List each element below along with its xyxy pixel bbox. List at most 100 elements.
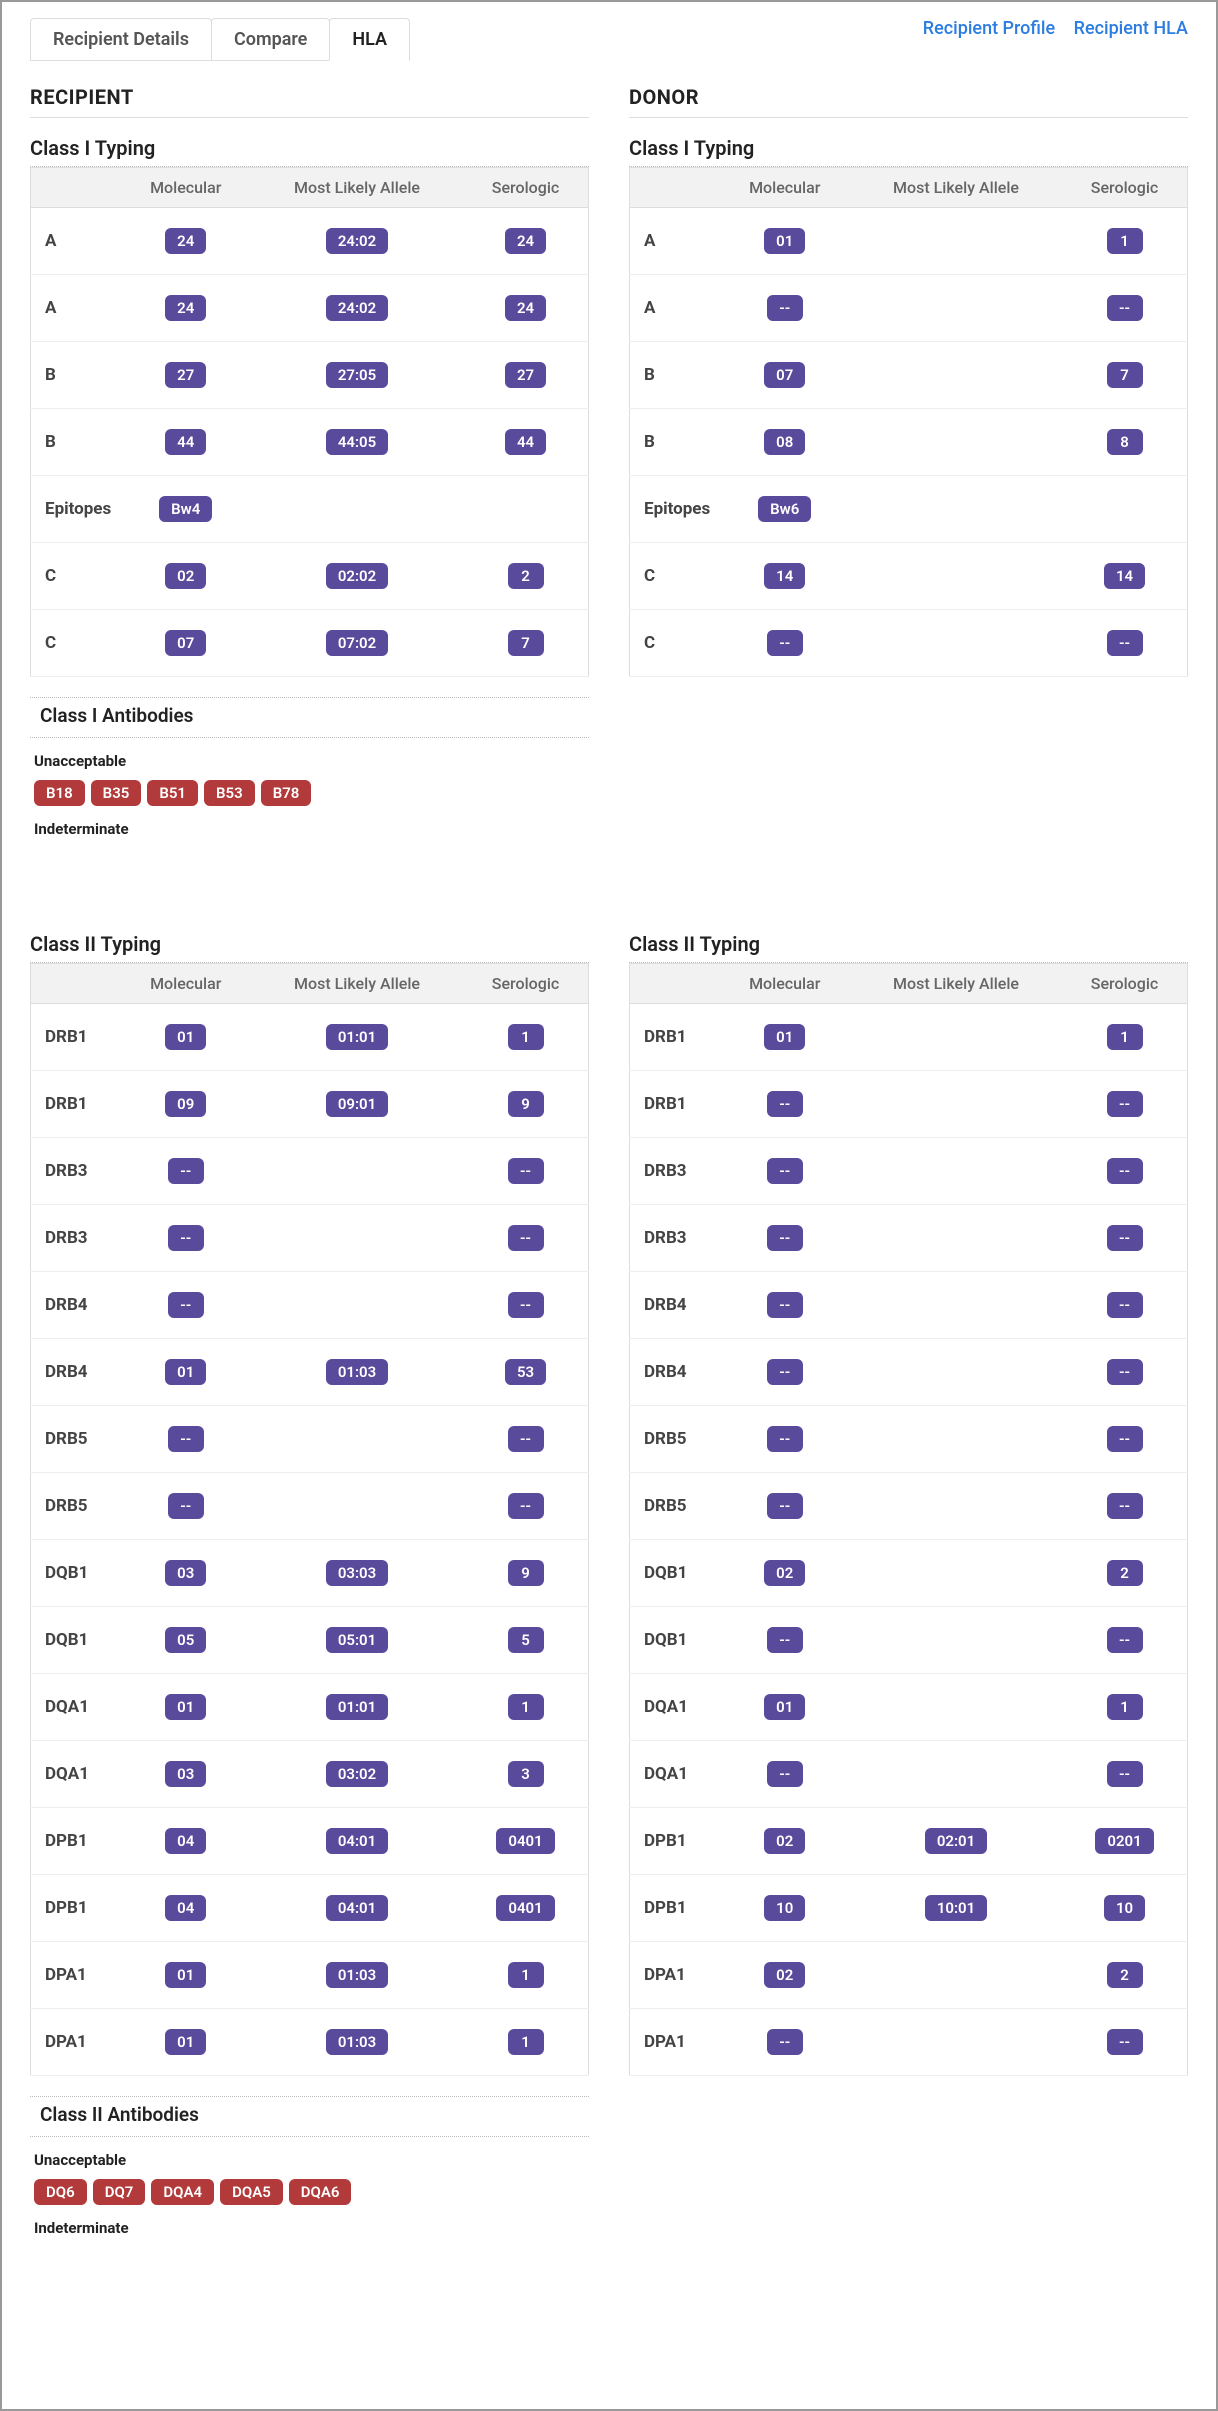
col-blank <box>31 168 121 208</box>
link-recipient-profile[interactable]: Recipient Profile <box>923 18 1055 39</box>
serologic-cell <box>1062 476 1187 543</box>
col-serologic: Serologic <box>463 168 588 208</box>
hla-value-pill: 14 <box>1104 563 1145 589</box>
hla-value-pill: 04:01 <box>326 1828 388 1854</box>
locus-cell: DRB4 <box>31 1272 121 1339</box>
mla-cell <box>850 208 1062 275</box>
mla-cell <box>850 1406 1062 1473</box>
hla-value-pill: 24 <box>505 295 546 321</box>
donor-class1-table: Molecular Most Likely Allele Serologic A… <box>629 167 1188 677</box>
mla-cell <box>850 409 1062 476</box>
hla-value-pill: -- <box>1107 2029 1143 2055</box>
serologic-cell: 7 <box>1062 342 1187 409</box>
locus-cell: DPA1 <box>31 1942 121 2009</box>
ab-unacceptable-row: B18B35B51B53B78 <box>30 780 589 806</box>
hla-value-pill: 14 <box>764 563 805 589</box>
locus-cell: DRB5 <box>630 1473 720 1540</box>
hla-value-pill: 1 <box>1107 1694 1143 1720</box>
hla-value-pill: 10 <box>1104 1895 1145 1921</box>
mla-cell <box>850 1607 1062 1674</box>
hla-value-pill: 24:02 <box>326 295 388 321</box>
molecular-cell: -- <box>121 1138 251 1205</box>
hla-value-pill: -- <box>767 1426 803 1452</box>
donor-class2-column: Class II Typing Molecular Most Likely Al… <box>629 932 1188 2277</box>
hla-value-pill: 10 <box>764 1895 805 1921</box>
hla-value-pill: 10:01 <box>925 1895 987 1921</box>
molecular-cell: 04 <box>121 1875 251 1942</box>
molecular-cell: Bw4 <box>121 476 251 543</box>
hla-value-pill: 7 <box>1107 362 1143 388</box>
mla-cell <box>251 1406 463 1473</box>
molecular-cell: 03 <box>121 1741 251 1808</box>
hla-value-pill: 07:02 <box>326 630 388 656</box>
molecular-cell: 27 <box>121 342 251 409</box>
separator <box>30 737 589 738</box>
serologic-cell: -- <box>1062 1272 1187 1339</box>
locus-cell: DRB1 <box>31 1071 121 1138</box>
mla-cell: 04:01 <box>251 1808 463 1875</box>
mla-cell <box>251 1205 463 1272</box>
link-recipient-hla[interactable]: Recipient HLA <box>1074 18 1188 39</box>
hla-value-pill: 44 <box>505 429 546 455</box>
serologic-cell: -- <box>463 1138 588 1205</box>
serologic-cell: 24 <box>463 208 588 275</box>
mla-cell: 03:02 <box>251 1741 463 1808</box>
antibody-pill: DQA4 <box>151 2179 214 2205</box>
col-mla: Most Likely Allele <box>251 964 463 1004</box>
mla-cell: 02:02 <box>251 543 463 610</box>
serologic-cell: 53 <box>463 1339 588 1406</box>
hla-value-pill: 03:03 <box>326 1560 388 1586</box>
typing-row: C0202:022 <box>31 543 589 610</box>
molecular-cell: 24 <box>121 275 251 342</box>
hla-value-pill: 08 <box>764 429 805 455</box>
mla-cell: 24:02 <box>251 275 463 342</box>
hla-value-pill: 03 <box>165 1761 206 1787</box>
molecular-cell: -- <box>720 610 850 677</box>
recipient-class1-table: Molecular Most Likely Allele Serologic A… <box>30 167 589 677</box>
hla-value-pill: 44 <box>165 429 206 455</box>
typing-row: C---- <box>630 610 1188 677</box>
mla-cell: 01:01 <box>251 1674 463 1741</box>
serologic-cell: -- <box>463 1272 588 1339</box>
topbar: Recipient Details Compare HLA Recipient … <box>30 18 1188 61</box>
donor-column: DONOR Class I Typing Molecular Most Like… <box>629 85 1188 878</box>
locus-cell: B <box>31 409 121 476</box>
serologic-cell: 14 <box>1062 543 1187 610</box>
hla-value-pill: -- <box>767 1761 803 1787</box>
class1-columns: RECIPIENT Class I Typing Molecular Most … <box>30 85 1188 878</box>
hla-value-pill: -- <box>1107 295 1143 321</box>
serologic-cell: 5 <box>463 1607 588 1674</box>
molecular-cell: Bw6 <box>720 476 850 543</box>
locus-cell: DRB3 <box>630 1138 720 1205</box>
tab-hla[interactable]: HLA <box>329 18 410 61</box>
locus-cell: A <box>31 208 121 275</box>
hla-value-pill: -- <box>1107 1359 1143 1385</box>
typing-row: DPA1---- <box>630 2009 1188 2076</box>
typing-row: DRB4---- <box>31 1272 589 1339</box>
hla-value-pill: -- <box>767 1158 803 1184</box>
serologic-cell: -- <box>1062 1071 1187 1138</box>
hla-value-pill: -- <box>1107 1158 1143 1184</box>
hla-value-pill: 01:03 <box>326 1962 388 1988</box>
serologic-cell: 27 <box>463 342 588 409</box>
hla-value-pill: 24 <box>165 295 206 321</box>
recipient-column: RECIPIENT Class I Typing Molecular Most … <box>30 85 589 878</box>
antibody-pill: B35 <box>91 780 142 806</box>
molecular-cell: 02 <box>720 1942 850 2009</box>
hla-value-pill: 01 <box>165 1694 206 1720</box>
col-molecular: Molecular <box>121 168 251 208</box>
tab-compare[interactable]: Compare <box>211 18 330 61</box>
typing-row: DRB4---- <box>630 1272 1188 1339</box>
tab-recipient-details[interactable]: Recipient Details <box>30 18 212 61</box>
hla-value-pill: 7 <box>508 630 544 656</box>
hla-value-pill: 01:01 <box>326 1694 388 1720</box>
locus-cell: DRB5 <box>31 1473 121 1540</box>
serologic-cell: 2 <box>463 543 588 610</box>
locus-cell: DQA1 <box>31 1674 121 1741</box>
typing-row: B077 <box>630 342 1188 409</box>
serologic-cell: 2 <box>1062 1942 1187 2009</box>
typing-row: DRB1---- <box>630 1071 1188 1138</box>
serologic-cell: -- <box>463 1406 588 1473</box>
mla-cell <box>850 342 1062 409</box>
serologic-cell: 1 <box>1062 1004 1187 1071</box>
